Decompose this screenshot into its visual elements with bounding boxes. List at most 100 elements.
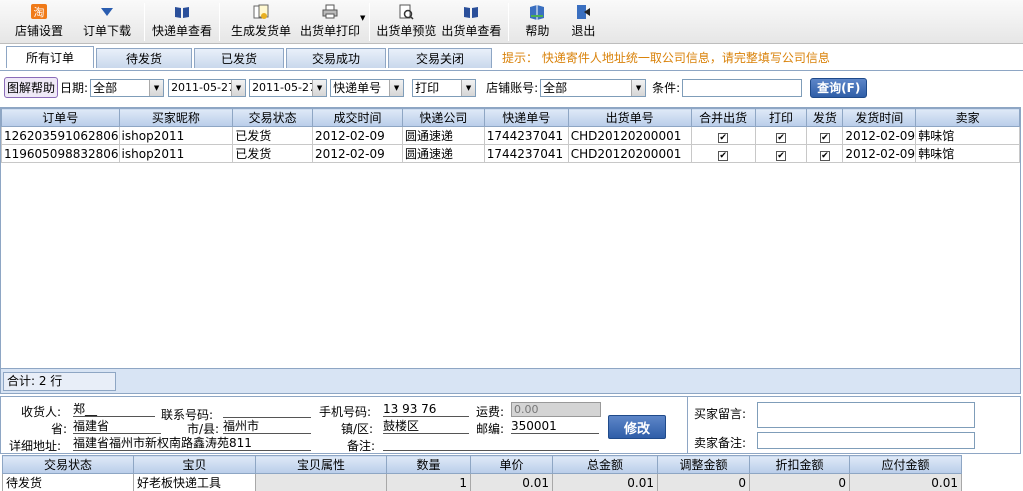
deal-time-cell: 2012-02-09 — [312, 126, 403, 145]
seller-note-box[interactable] — [757, 432, 975, 449]
order-download-button[interactable]: 订单下载 — [74, 0, 140, 44]
col-merged[interactable]: 合并出货 — [690, 108, 756, 127]
col-item-status[interactable]: 交易状态 — [2, 455, 134, 474]
shop-settings-button[interactable]: 淘 店铺设置 — [4, 0, 74, 44]
mobile-field[interactable]: 13 93 76 — [383, 403, 469, 417]
contact-field[interactable] — [223, 404, 311, 418]
province-field[interactable]: 福建省 — [73, 420, 161, 434]
merged-checkbox[interactable]: ✔ — [718, 150, 729, 161]
illustrated-help-button[interactable]: 图解帮助 — [4, 77, 59, 98]
city-label: 市/县: — [187, 422, 220, 436]
col-shipped[interactable]: 发货 — [806, 108, 844, 127]
address-label: 详细地址: — [9, 439, 62, 453]
receiver-label: 收货人: — [21, 405, 62, 419]
preview-icon — [396, 3, 416, 20]
city-field[interactable]: 福州市 — [223, 420, 311, 434]
tab-trade-closed[interactable]: 交易关闭 — [388, 48, 492, 68]
tab-shipped[interactable]: 已发货 — [194, 48, 284, 68]
col-item-total[interactable]: 总金额 — [552, 455, 658, 474]
col-order-no[interactable]: 订单号 — [1, 108, 120, 127]
query-button[interactable]: 查询(F) — [810, 77, 868, 98]
view-shipment-button[interactable]: 出货单查看 — [438, 0, 504, 44]
buyer-cell: ishop2011 — [118, 144, 234, 163]
condition-input[interactable] — [682, 78, 803, 97]
book-icon — [172, 3, 192, 20]
col-buyer[interactable]: 买家昵称 — [118, 108, 234, 127]
chevron-down-icon: ▼ — [631, 79, 646, 96]
number-type-select[interactable]: 快递单号 ▼ — [330, 78, 405, 97]
preview-shipment-button[interactable]: 出货单预览 — [374, 0, 438, 44]
province-label: 省: — [51, 422, 68, 436]
shipped-cell: ✔ — [806, 126, 844, 145]
shipment-cell: CHD20120200001 — [567, 144, 692, 163]
col-item-payable[interactable]: 应付金额 — [849, 455, 962, 474]
help-button[interactable]: 帮助 — [513, 0, 561, 44]
buyer-message-box[interactable] — [757, 402, 975, 428]
col-deal-time[interactable]: 成交时间 — [312, 108, 403, 127]
courier-cell: 圆通速递 — [401, 144, 485, 163]
col-tracking[interactable]: 快递单号 — [483, 108, 569, 127]
view-express-button[interactable]: 快递单查看 — [149, 0, 215, 44]
col-item-adjust[interactable]: 调整金额 — [657, 455, 750, 474]
toolbar-separator — [144, 3, 145, 41]
table-row[interactable]: 待发货 好老板快递工具 1 0.01 0.01 0 0 0.01 — [2, 473, 962, 491]
ship-time-cell: 2012-02-09 — [842, 144, 917, 163]
detail-divider — [687, 397, 689, 453]
modify-button[interactable]: 修改 — [608, 415, 666, 439]
filter-bar: 图解帮助 日期: 全部 ▼ 2011-05-27 ▼ 2011-05-27 ▼ 快递单… — [0, 70, 1023, 104]
freight-field: 0.00 — [511, 402, 601, 417]
print-dropdown-arrow-icon[interactable]: ▼ — [360, 14, 365, 22]
help-book-icon — [527, 3, 547, 20]
col-item-qty[interactable]: 数量 — [386, 455, 471, 474]
printed-checkbox[interactable]: ✔ — [775, 132, 786, 143]
town-field[interactable]: 鼓楼区 — [383, 420, 469, 434]
generate-shipment-button[interactable]: 生成发货单 — [224, 0, 298, 44]
shop-account-select[interactable]: 全部 ▼ — [540, 78, 647, 97]
col-item-discount[interactable]: 折扣金额 — [749, 455, 850, 474]
item-adjust-cell: 0 — [657, 473, 750, 491]
exit-button[interactable]: 退出 — [561, 0, 605, 44]
printed-cell: ✔ — [754, 126, 808, 145]
col-printed[interactable]: 打印 — [754, 108, 808, 127]
col-shipment[interactable]: 出货单号 — [567, 108, 692, 127]
col-status[interactable]: 交易状态 — [232, 108, 314, 127]
col-courier[interactable]: 快递公司 — [401, 108, 485, 127]
table-row[interactable]: 126203591062806 ishop2011 已发货 2012-02-09… — [1, 126, 1020, 145]
items-header-row: 交易状态 宝贝 宝贝属性 数量 单价 总金额 调整金额 折扣金额 应付金额 — [2, 455, 962, 474]
printed-checkbox[interactable]: ✔ — [775, 150, 786, 161]
print-shipment-button[interactable]: 出货单打印 — [298, 0, 362, 44]
item-attr-cell — [255, 473, 387, 491]
toolbar-separator — [508, 3, 510, 41]
date-to-picker[interactable]: 2011-05-27 ▼ — [249, 78, 328, 97]
zip-label: 邮编: — [476, 422, 505, 436]
date-from-picker[interactable]: 2011-05-27 ▼ — [168, 78, 247, 97]
chevron-down-icon: ▼ — [149, 79, 164, 96]
col-item-price[interactable]: 单价 — [470, 455, 553, 474]
receiver-field[interactable]: 郑__ — [73, 403, 155, 417]
zip-field[interactable]: 350001 — [511, 420, 599, 434]
col-item-attr[interactable]: 宝贝属性 — [255, 455, 387, 474]
address-field[interactable]: 福建省福州市新权南路鑫涛苑811 — [73, 437, 311, 451]
order-detail-panel: 收货人: 郑__ 联系号码: 手机号码: 13 93 76 运费: 0.00 省… — [0, 396, 1021, 454]
row-count: 合计: 2 行 — [3, 372, 116, 391]
date-mode-select[interactable]: 全部 ▼ — [90, 78, 165, 97]
shipped-checkbox[interactable]: ✔ — [819, 132, 830, 143]
seller-note-label: 卖家备注: — [694, 436, 747, 450]
tab-all-orders[interactable]: 所有订单 — [6, 46, 94, 68]
tab-pending-shipment[interactable]: 待发货 — [96, 48, 192, 68]
item-product-cell: 好老板快递工具 — [133, 473, 256, 491]
item-qty-cell: 1 — [386, 473, 471, 491]
remark-field[interactable] — [383, 437, 599, 451]
table-row[interactable]: 119605098832806 ishop2011 已发货 2012-02-09… — [1, 144, 1020, 163]
col-ship-time[interactable]: 发货时间 — [842, 108, 917, 127]
print-status-select[interactable]: 打印 ▼ — [412, 78, 477, 97]
col-item-product[interactable]: 宝贝 — [133, 455, 256, 474]
book-icon — [461, 3, 481, 20]
shipped-checkbox[interactable]: ✔ — [819, 150, 830, 161]
merged-cell: ✔ — [690, 144, 756, 163]
col-seller[interactable]: 卖家 — [915, 108, 1020, 127]
items-table: 交易状态 宝贝 宝贝属性 数量 单价 总金额 调整金额 折扣金额 应付金额 待发… — [2, 455, 962, 491]
item-total-cell: 0.01 — [552, 473, 658, 491]
tab-trade-success[interactable]: 交易成功 — [286, 48, 386, 68]
merged-checkbox[interactable]: ✔ — [718, 132, 729, 143]
